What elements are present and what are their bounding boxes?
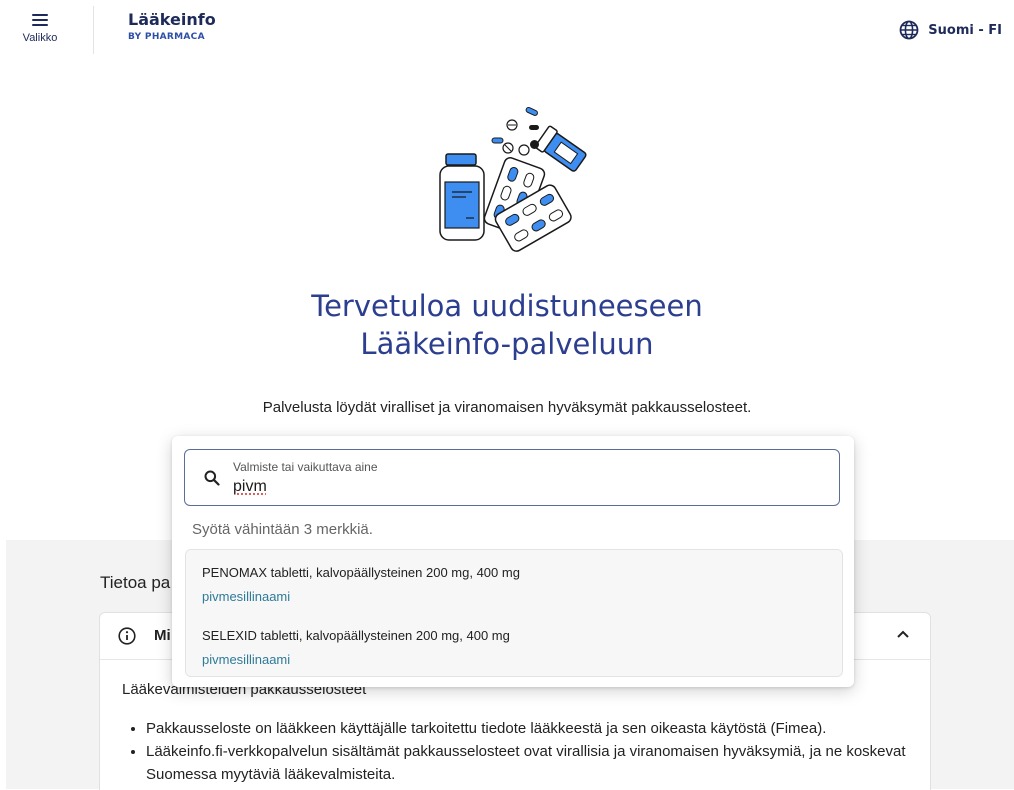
section-heading: Tietoa pa [100,573,170,593]
result-name: SELEXID tabletti, kalvopäällysteinen 200… [202,628,510,643]
search-value[interactable]: pivm [233,478,267,496]
list-item: Lääkeinfo.fi-verkkopalvelun sisältämät p… [146,740,926,786]
info-bullet-list: Pakkausseloste on lääkkeen käyttäjälle t… [122,717,926,786]
language-selector[interactable]: Suomi - FI [899,20,1002,40]
chevron-up-icon[interactable] [896,629,910,639]
page-title-line-1: Tervetuloa uudistuneeseen [0,287,1014,325]
logo-title: Lääkeinfo [128,11,216,29]
medicine-illustration [432,100,592,260]
menu-label: Valikko [18,32,62,44]
page-title-line-2: Lääkeinfo-palveluun [0,325,1014,363]
result-substance: pivmesillinaami [202,589,290,604]
search-results: PENOMAX tabletti, kalvopäällysteinen 200… [185,549,843,677]
page-subtitle: Palvelusta löydät viralliset ja viranoma… [0,399,1014,416]
search-panel: Valmiste tai vaikuttava aine pivm Syötä … [172,436,854,687]
header-divider [93,6,94,54]
menu-button[interactable]: Valikko [18,12,62,52]
language-label: Suomi - FI [928,23,1002,38]
logo-subtitle: BY PHARMACA [128,32,216,42]
result-name: PENOMAX tabletti, kalvopäällysteinen 200… [202,565,520,580]
info-icon [118,627,136,645]
hamburger-icon [32,14,48,26]
search-result-item[interactable]: SELEXID tabletti, kalvopäällysteinen 200… [186,613,842,676]
accordion-title: Mi [154,627,171,644]
result-substance: pivmesillinaami [202,652,290,667]
logo[interactable]: Lääkeinfo BY PHARMACA [128,11,216,42]
page-title: Tervetuloa uudistuneeseen Lääkeinfo-palv… [0,287,1014,363]
search-icon [204,470,220,486]
search-result-item[interactable]: PENOMAX tabletti, kalvopäällysteinen 200… [186,550,842,614]
globe-icon [899,20,919,40]
list-item: Pakkausseloste on lääkkeen käyttäjälle t… [146,717,926,740]
search-label: Valmiste tai vaikuttava aine [233,460,378,474]
search-input[interactable]: Valmiste tai vaikuttava aine pivm [184,449,840,506]
top-header: Valikko Lääkeinfo BY PHARMACA Suomi - FI [0,0,1014,64]
search-hint: Syötä vähintään 3 merkkiä. [192,521,373,538]
